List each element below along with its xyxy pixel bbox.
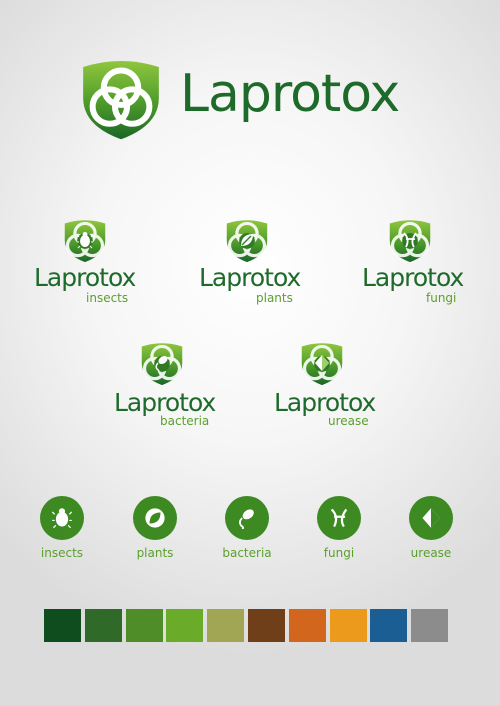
- beetle-icon: [40, 496, 84, 540]
- variant-logo-fungi: Laprotox fungi: [358, 215, 468, 315]
- bacteria-icon: [155, 355, 168, 372]
- icon-item-plants: plants: [115, 496, 195, 560]
- palette-swatch: [289, 609, 326, 642]
- icon-item-insects: insects: [22, 496, 102, 560]
- variant-logo-urease: Laprotox urease: [270, 338, 380, 438]
- insects-wordmark: Laprotox: [34, 263, 136, 292]
- urease-icon: [409, 496, 453, 540]
- icon-item-fungi: fungi: [299, 496, 379, 560]
- plants-wordmark: Laprotox: [199, 263, 301, 292]
- palette-swatch: [44, 609, 81, 642]
- icon-label-plants: plants: [136, 546, 174, 560]
- leaf-icon: [241, 234, 253, 246]
- laprotox-shield-icon: [78, 54, 164, 142]
- fungi-sublabel: fungi: [426, 291, 457, 305]
- main-logo: Laprotox: [78, 54, 418, 144]
- bacteria-sublabel: bacteria: [160, 414, 210, 428]
- icon-label-bacteria: bacteria: [222, 546, 272, 560]
- variant-logo-plants: Laprotox plants: [195, 215, 305, 315]
- beetle-icon: [77, 232, 93, 249]
- palette-swatch: [126, 609, 163, 642]
- palette-swatch: [370, 609, 407, 642]
- variant-logo-bacteria: Laprotox bacteria: [110, 338, 220, 438]
- fungi-icon: [403, 232, 417, 248]
- icon-item-urease: urease: [391, 496, 471, 560]
- fungi-icon: [317, 496, 361, 540]
- icon-label-fungi: fungi: [323, 546, 355, 560]
- plants-sublabel: plants: [256, 291, 293, 305]
- palette-swatch: [411, 609, 448, 642]
- palette-swatch: [166, 609, 203, 642]
- icon-item-bacteria: bacteria: [207, 496, 287, 560]
- urease-icon: [315, 355, 329, 371]
- insects-sublabel: insects: [86, 291, 129, 305]
- icon-label-insects: insects: [40, 546, 84, 560]
- urease-sublabel: urease: [328, 414, 369, 428]
- palette-swatch: [248, 609, 285, 642]
- bacteria-icon: [225, 496, 269, 540]
- variant-logo-insects: Laprotox insects: [30, 215, 140, 315]
- palette-swatch: [330, 609, 367, 642]
- fungi-wordmark: Laprotox: [362, 263, 464, 292]
- icon-label-urease: urease: [410, 546, 452, 560]
- main-logo-wordmark: Laprotox: [180, 64, 400, 124]
- palette-swatch: [207, 609, 244, 642]
- palette-swatch: [85, 609, 122, 642]
- leaf-icon: [133, 496, 177, 540]
